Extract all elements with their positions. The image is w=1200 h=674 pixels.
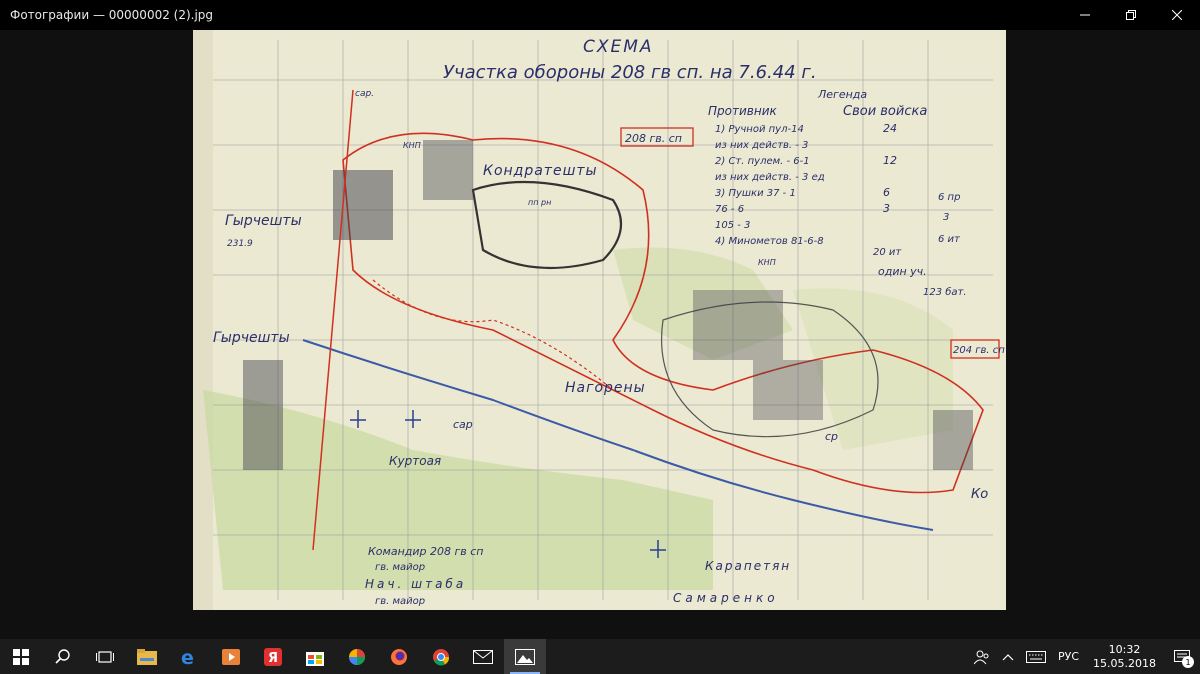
sar-label: сар xyxy=(453,418,473,431)
start-button[interactable] xyxy=(0,639,42,674)
knp-label: КНП xyxy=(403,141,421,150)
legend-row-label: 3) Пушки 37 - 1 xyxy=(715,188,796,199)
mail-button[interactable] xyxy=(462,639,504,674)
close-icon xyxy=(1172,10,1182,20)
legend-note: один уч. xyxy=(878,265,927,278)
task-view-icon xyxy=(96,650,114,663)
language-indicator[interactable]: РУС xyxy=(1052,639,1085,674)
signature-name1: Карапетян xyxy=(705,559,791,573)
map-title-line1: СХЕМА xyxy=(583,37,654,57)
map-photo: СХЕМА Участка обороны 208 гв сп. на 7.6.… xyxy=(193,30,1006,610)
legend-row-label: 1) Ручной пул-14 xyxy=(715,124,804,135)
legend-note: 123 бат. xyxy=(923,286,967,298)
close-button[interactable] xyxy=(1154,0,1200,30)
legend-own: Свои войска xyxy=(843,104,927,119)
notification-badge: 1 xyxy=(1182,656,1194,668)
signature-chief2: гв. майор xyxy=(375,596,425,607)
chrome-icon xyxy=(433,648,450,665)
firefox-button[interactable] xyxy=(378,639,420,674)
title-bar: Фотографии — 00000002 (2).jpg xyxy=(0,0,1200,30)
unit-box-top-label: 208 гв. сп xyxy=(625,132,682,145)
legend-row-value: 24 xyxy=(883,122,897,135)
media-player-button[interactable] xyxy=(210,639,252,674)
height-label: 231.9 xyxy=(227,239,253,249)
people-button[interactable] xyxy=(968,639,996,674)
taskbar: e Я РУС 10:32 15.05.2018 1 xyxy=(0,639,1200,674)
svg-text:Я: Я xyxy=(268,651,278,666)
legend-note: 3 xyxy=(943,212,949,223)
search-icon xyxy=(55,648,70,664)
signature-cmd1: Командир 208 гв сп xyxy=(368,545,484,558)
legend-row-label: 76 - 6 xyxy=(715,204,744,215)
csp-label: ср xyxy=(825,430,838,443)
signature-cmd2: гв. майор xyxy=(375,562,425,573)
chrome-button[interactable] xyxy=(420,639,462,674)
pp-label: пп рн xyxy=(528,198,551,207)
map-drawing: СХЕМА Участка обороны 208 гв сп. на 7.6.… xyxy=(193,30,1006,610)
legend-row-label: 2) Ст. пулем. - 6-1 xyxy=(715,156,810,167)
yandex-browser-button[interactable]: Я xyxy=(252,639,294,674)
pinwheel-app-button[interactable] xyxy=(336,639,378,674)
edge-button[interactable]: e xyxy=(168,639,210,674)
mail-icon xyxy=(473,649,493,664)
legend-row-label: 105 - 3 xyxy=(715,220,750,231)
legend-row-label: из них действ. - 3 ед xyxy=(715,172,825,183)
photos-button[interactable] xyxy=(504,639,546,674)
legend-row-label: из них действ. - 3 xyxy=(715,140,808,151)
signature-chief1: Нач. штаба xyxy=(365,577,466,591)
unit-box-right-label: 204 гв. сп xyxy=(953,345,1005,356)
pinwheel-app-icon xyxy=(349,648,365,665)
map-title-line2: Участка обороны 208 гв сп. на 7.6.44 г. xyxy=(443,62,817,83)
store-icon xyxy=(306,651,324,666)
task-view-button[interactable] xyxy=(84,639,126,674)
photo-viewer[interactable]: СХЕМА Участка обороны 208 гв сп. на 7.6.… xyxy=(0,30,1200,639)
people-icon xyxy=(973,650,989,664)
legend-enemy: Противник xyxy=(708,104,777,118)
clock-date: 15.05.2018 xyxy=(1093,656,1156,670)
place-kar: Ко xyxy=(971,487,988,502)
restore-button[interactable] xyxy=(1108,0,1154,30)
system-tray: РУС 10:32 15.05.2018 1 xyxy=(968,639,1200,674)
start-icon xyxy=(13,648,29,665)
file-explorer-icon xyxy=(137,648,157,665)
action-center-button[interactable]: 1 xyxy=(1164,639,1200,674)
legend-note: 6 ит xyxy=(938,234,961,245)
place-gyrcheshty2: Гырчешты xyxy=(213,330,290,346)
legend-row-label: 4) Минометов 81-6-8 xyxy=(715,236,824,247)
legend-note: 20 ит xyxy=(873,247,902,258)
knp-label: КНП xyxy=(758,258,776,267)
legend-title: Легенда xyxy=(817,88,867,101)
keyboard-icon xyxy=(1025,650,1046,663)
legend-row-value: 6 xyxy=(883,186,890,199)
show-hidden-icons-button[interactable] xyxy=(996,639,1020,674)
clock-time: 10:32 xyxy=(1108,642,1141,656)
store-button[interactable] xyxy=(294,639,336,674)
minimize-button[interactable] xyxy=(1062,0,1108,30)
restore-icon xyxy=(1126,10,1136,20)
photos-icon xyxy=(515,648,535,665)
legend-row-value: 12 xyxy=(883,154,897,167)
search-button[interactable] xyxy=(42,639,84,674)
signature-name2: Самаренко xyxy=(673,591,779,605)
place-gyrcheshty: Гырчешты xyxy=(225,213,302,229)
yandex-browser-icon: Я xyxy=(264,647,282,666)
legend-note: 6 пр xyxy=(938,192,960,203)
minimize-icon xyxy=(1080,14,1090,16)
legend-row-value: 3 xyxy=(883,202,890,215)
media-player-icon xyxy=(222,648,240,665)
touch-keyboard-button[interactable] xyxy=(1020,639,1052,674)
place-kurtoaya: Куртоая xyxy=(389,454,441,468)
edge-icon: e xyxy=(181,647,194,667)
sar-label: сар. xyxy=(355,89,374,99)
place-kondrateshty: Кондратешты xyxy=(483,163,598,179)
svg-text:e: e xyxy=(181,647,194,667)
clock[interactable]: 10:32 15.05.2018 xyxy=(1085,643,1164,671)
firefox-icon xyxy=(391,648,407,665)
window-title: Фотографии — 00000002 (2).jpg xyxy=(10,8,214,22)
file-explorer-button[interactable] xyxy=(126,639,168,674)
place-nagoreny: Нагорены xyxy=(565,380,646,396)
chevron-up-icon xyxy=(1002,653,1014,660)
